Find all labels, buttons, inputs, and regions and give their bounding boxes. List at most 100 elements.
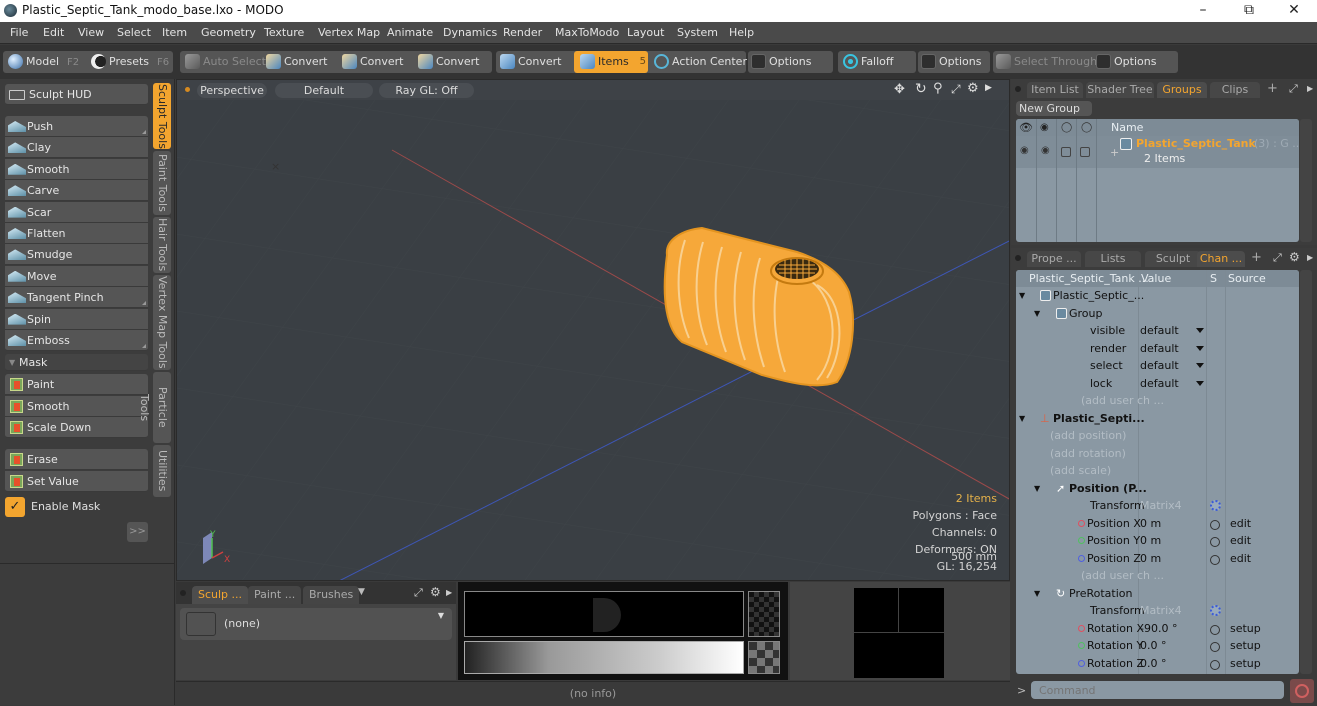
vtab-hair-tools[interactable]: Hair Tools — [153, 217, 171, 273]
dropdown-arrow-icon[interactable] — [1196, 380, 1204, 386]
add-tab-icon[interactable]: + — [1251, 250, 1262, 265]
channels-scrollbar[interactable] — [1300, 270, 1312, 674]
menu-arrow-icon[interactable]: ▶ — [1307, 253, 1313, 262]
menu-geometry[interactable]: Geometry — [201, 26, 256, 39]
channel-row[interactable]: ▼ Group — [1016, 305, 1299, 323]
mask-paint[interactable]: Paint — [5, 374, 148, 395]
menu-render[interactable]: Render — [503, 26, 542, 39]
raygl-toggle[interactable]: Ray GL: Off — [379, 83, 474, 98]
maximize-icon[interactable]: ⤢ — [1289, 82, 1298, 96]
channel-row[interactable]: Rotation Z 0.0 ° setup — [1016, 655, 1299, 673]
shading-dropdown[interactable]: Default — [275, 83, 373, 98]
tool-move[interactable]: Move — [5, 265, 148, 287]
tab-brushes[interactable]: Brushes — [303, 586, 360, 604]
menu-item[interactable]: Item — [162, 26, 187, 39]
menu-file[interactable]: File — [10, 26, 28, 39]
column-s[interactable]: S — [1210, 270, 1217, 287]
items-button[interactable]: Items 5 — [574, 51, 648, 73]
channel-value[interactable]: -90.0 ° — [1140, 620, 1177, 637]
menu-texture[interactable]: Texture — [264, 26, 304, 39]
channel-state-radio[interactable] — [1210, 658, 1220, 675]
tab-channels[interactable]: Chan ... — [1197, 251, 1245, 267]
channel-value[interactable]: default — [1140, 375, 1179, 392]
menu-layout[interactable]: Layout — [627, 26, 664, 39]
channel-row[interactable]: Position Z0 m edit — [1016, 550, 1299, 568]
view-type-dropdown[interactable]: Perspective — [197, 83, 267, 98]
zoom-icon[interactable]: ⚲ — [933, 81, 943, 96]
vtab-utilities[interactable]: Utilities — [153, 445, 171, 497]
minimize-button[interactable]: – — [1180, 0, 1226, 22]
channel-value[interactable]: default — [1140, 322, 1179, 339]
maximize-icon[interactable]: ⤢ — [1273, 251, 1282, 265]
render-toggle[interactable]: ◉ — [1041, 145, 1050, 156]
tool-clay[interactable]: Clay — [5, 137, 148, 159]
channel-row[interactable]: ▼ ↻ PreRotation — [1016, 585, 1299, 603]
channel-row[interactable]: Position Y0 m edit — [1016, 532, 1299, 550]
tool-spin[interactable]: Spin — [5, 308, 148, 330]
options-button-2[interactable]: Options — [921, 51, 981, 73]
channel-value[interactable]: default — [1140, 357, 1179, 374]
new-group-button[interactable]: New Group — [1016, 101, 1092, 116]
convert-button-2[interactable]: Convert — [342, 51, 404, 73]
dropdown-arrow-icon[interactable] — [1196, 363, 1204, 368]
channel-row[interactable]: render default — [1016, 340, 1299, 358]
convert-button-4[interactable]: Convert — [500, 51, 562, 73]
action-center-button[interactable]: Action Center — [654, 51, 747, 73]
transform-gear-icon[interactable] — [1210, 604, 1221, 621]
column-value[interactable]: Value — [1141, 270, 1171, 287]
lock-toggle[interactable] — [1061, 147, 1071, 157]
channel-row[interactable]: Rotation Y 0.0 ° setup — [1016, 637, 1299, 655]
expand-icon[interactable]: + — [1110, 146, 1119, 159]
restore-button[interactable]: ⧉ — [1226, 0, 1272, 22]
tab-lists[interactable]: Lists — [1085, 251, 1141, 267]
tool-smudge[interactable]: Smudge — [5, 244, 148, 266]
channel-row[interactable]: (add user ch ... — [1016, 392, 1299, 410]
options-button-3[interactable]: Options — [1096, 51, 1156, 73]
channel-value[interactable]: 0 m — [1140, 550, 1161, 567]
close-button[interactable]: ✕ — [1271, 0, 1317, 22]
expand-triangle-icon[interactable]: ▼ — [1034, 585, 1040, 602]
preset-selector[interactable]: (none) ▼ — [180, 608, 452, 640]
channel-row[interactable]: (add position) — [1016, 427, 1299, 445]
channel-row[interactable]: ▼ Plastic_Septic_... — [1016, 287, 1299, 305]
channel-row[interactable]: Position X0 m edit — [1016, 515, 1299, 533]
command-input[interactable] — [1031, 681, 1284, 699]
select-toggle[interactable] — [1080, 147, 1090, 157]
tab-sculpt[interactable]: Sculpt — [1145, 251, 1201, 267]
gear-icon[interactable]: ⚙ — [430, 585, 441, 599]
presets-button[interactable]: Presets F6 — [91, 51, 169, 73]
channel-row[interactable]: Rotation X -90.0 ° setup — [1016, 620, 1299, 638]
tool-scar[interactable]: Scar — [5, 201, 148, 223]
expand-triangle-icon[interactable]: ▼ — [1034, 305, 1040, 322]
tool-tangent-pinch[interactable]: Tangent Pinch — [5, 287, 148, 309]
menu-animate[interactable]: Animate — [387, 26, 433, 39]
mask-smooth[interactable]: Smooth — [5, 395, 148, 417]
mask-erase[interactable]: Erase — [5, 449, 148, 470]
tool-smooth[interactable]: Smooth — [5, 158, 148, 180]
expand-panel-button[interactable]: >> — [127, 522, 148, 542]
channel-row[interactable]: lock default — [1016, 375, 1299, 393]
channel-value[interactable]: 0 m — [1140, 532, 1161, 549]
tab-clips[interactable]: Clips — [1210, 82, 1260, 98]
vtab-paint-tools[interactable]: Paint Tools — [153, 151, 171, 215]
model-button[interactable]: Model F2 — [8, 51, 79, 73]
auto-select-button[interactable]: Auto Select — [185, 51, 266, 73]
options-button-1[interactable]: Options — [751, 51, 811, 73]
menu-help[interactable]: Help — [729, 26, 754, 39]
tab-groups[interactable]: Groups — [1157, 82, 1207, 98]
menu-edit[interactable]: Edit — [43, 26, 64, 39]
menu-view[interactable]: View — [78, 26, 104, 39]
pan-icon[interactable]: ✥ — [894, 82, 905, 97]
expand-triangle-icon[interactable]: ▼ — [1019, 287, 1025, 304]
dropdown-arrow-icon[interactable] — [1196, 328, 1204, 333]
menu-system[interactable]: System — [677, 26, 718, 39]
tab-sculpt[interactable]: Sculp ... — [192, 586, 249, 604]
group-row[interactable]: ◉ ◉ + Plastic_Septic_Tank (3) : G ... 2 … — [1016, 136, 1299, 168]
mask-set-value[interactable]: Set Value — [5, 471, 148, 492]
add-tab-icon[interactable]: + — [1267, 81, 1278, 96]
falloff-button[interactable]: Falloff — [843, 51, 893, 73]
menu-arrow-icon[interactable]: ▶ — [446, 588, 452, 597]
tool-push[interactable]: Push — [5, 116, 148, 137]
channel-row[interactable]: visible default — [1016, 322, 1299, 340]
menu-dynamics[interactable]: Dynamics — [443, 26, 497, 39]
